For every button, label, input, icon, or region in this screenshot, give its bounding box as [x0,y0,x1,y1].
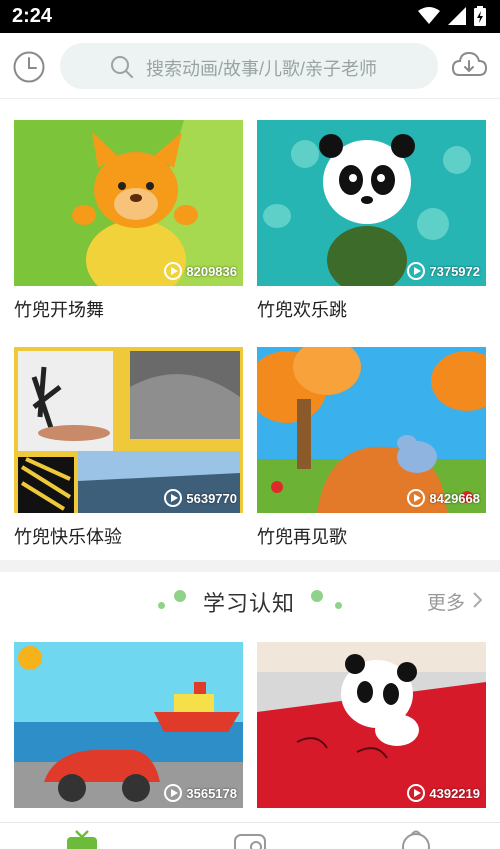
view-count-badge: 4392219 [407,784,480,802]
play-icon [407,489,426,507]
video-thumbnail[interactable]: 4392219 [257,642,486,808]
video-title[interactable]: 竹兜欢乐跳 [257,296,347,322]
play-icon [164,784,183,802]
video-thumbnail[interactable]: 8209836 [14,120,243,286]
view-count-badge: 8209836 [164,262,237,280]
status-icons [418,6,486,26]
view-count: 3565178 [186,785,237,801]
battery-icon [474,6,486,26]
tab-music[interactable] [232,829,272,849]
search-input[interactable]: 搜索动画/故事/儿歌/亲子老师 [60,43,438,89]
clock-icon [13,51,45,83]
video-thumbnail[interactable]: 3565178 [14,642,243,808]
decor-dot [158,602,165,609]
play-icon [407,262,426,280]
view-count: 8209836 [186,263,237,279]
section-divider [0,560,500,572]
view-count: 7375972 [429,263,480,279]
view-count-badge: 8429668 [407,489,480,507]
video-title[interactable]: 竹兜再见歌 [257,523,347,549]
top-header: 搜索动画/故事/儿歌/亲子老师 [0,33,500,99]
decor-dot [174,590,186,602]
section-title: 学习认知 [203,591,296,616]
video-thumbnail[interactable]: 5639770 [14,347,243,513]
tab-profile[interactable] [398,829,438,849]
view-count: 5639770 [186,490,237,506]
video-title[interactable]: 竹兜快乐体验 [14,523,122,549]
section-header: 学习认知 更多 [0,572,500,632]
decor-dot [311,590,323,602]
more-link[interactable]: 更多 [427,588,465,615]
bottom-tab-bar [0,822,500,849]
play-icon [407,784,426,802]
chevron-right-icon[interactable] [472,592,482,608]
view-count-badge: 5639770 [164,489,237,507]
play-icon [164,489,183,507]
status-bar: 2:24 [0,0,500,33]
search-icon [111,56,133,78]
video-thumbnail[interactable]: 7375972 [257,120,486,286]
baby-face-icon [402,830,430,849]
cloud-download-icon [451,51,488,76]
view-count-badge: 7375972 [407,262,480,280]
tv-icon [67,830,97,849]
view-count: 4392219 [429,785,480,801]
search-placeholder: 搜索动画/故事/儿歌/亲子老师 [146,59,378,79]
decor-dot [335,602,342,609]
tab-cartoon[interactable] [64,829,104,849]
radio-icon [234,834,266,849]
view-count: 8429668 [429,490,480,506]
status-time: 2:24 [12,5,53,27]
signal-icon [448,7,466,25]
play-icon [164,262,183,280]
download-button[interactable] [450,49,488,81]
wifi-icon [418,7,440,24]
video-title[interactable]: 竹兜开场舞 [14,296,104,322]
history-button[interactable] [12,50,46,84]
video-thumbnail[interactable]: 8429668 [257,347,486,513]
view-count-badge: 3565178 [164,784,237,802]
